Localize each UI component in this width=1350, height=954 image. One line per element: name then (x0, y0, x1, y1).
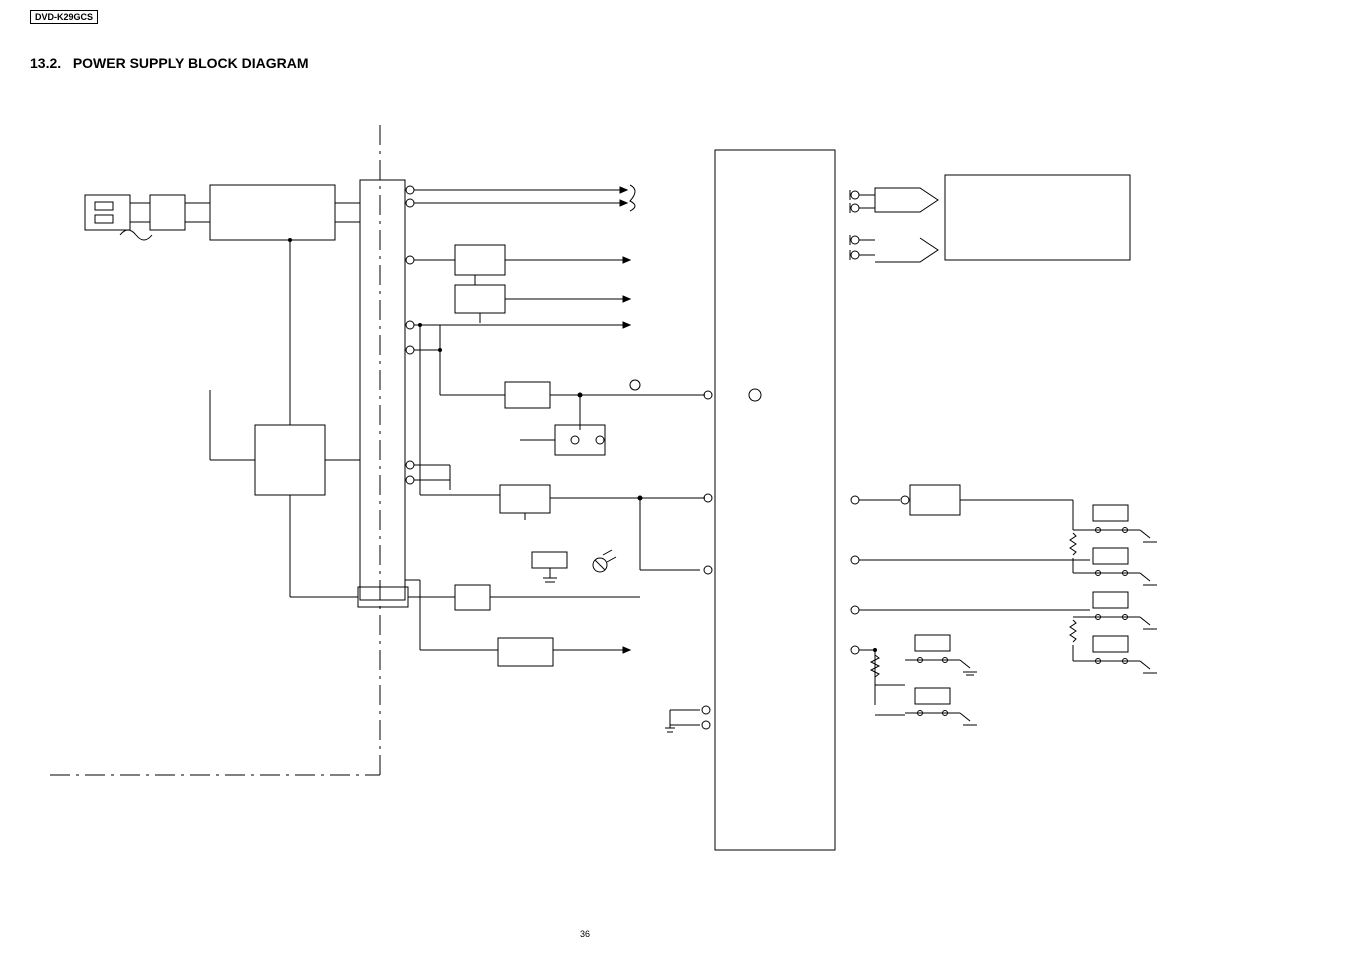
section-number: 13.2. (30, 55, 61, 71)
model-label: DVD-K29GCS (30, 10, 98, 24)
section-title-text: POWER SUPPLY BLOCK DIAGRAM (73, 55, 309, 71)
section-title: 13.2. POWER SUPPLY BLOCK DIAGRAM (30, 55, 309, 71)
block-diagram (0, 90, 1350, 920)
page-number: 36 (580, 929, 590, 939)
